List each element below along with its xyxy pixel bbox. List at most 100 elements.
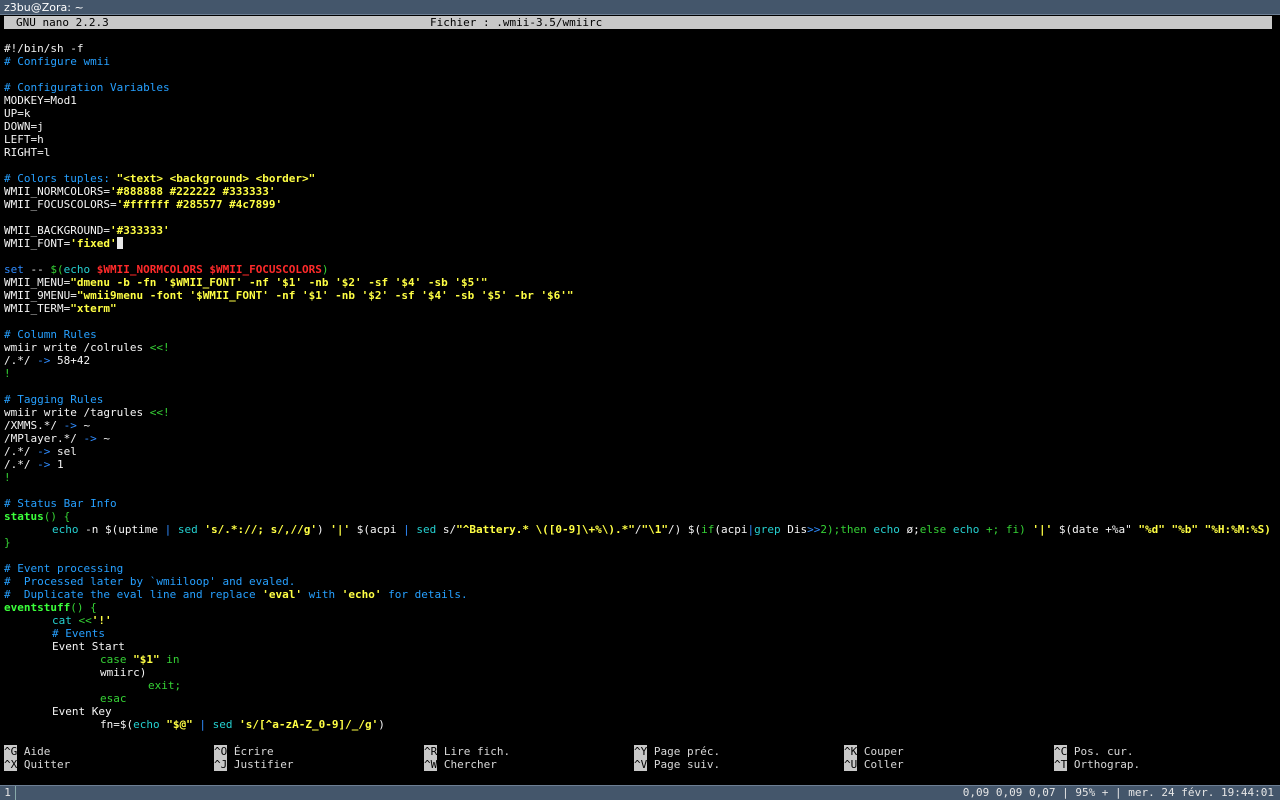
- code-line: WMII_NORMCOLORS='#888888 #222222 #333333…: [4, 185, 276, 198]
- code-token: 2);: [820, 523, 841, 536]
- code-line: /XMMS.*/ -> ~: [4, 419, 91, 432]
- code-line: set -- $(echo $WMII_NORMCOLORS $WMII_FOC…: [4, 263, 329, 276]
- code-line: eventstuff() {: [4, 601, 97, 614]
- code-token: else: [919, 523, 953, 536]
- wm-status-bar: 1 0,09 0,09 0,07 | 95% + | mer. 24 févr.…: [0, 785, 1280, 800]
- code-token: acpi: [369, 523, 397, 536]
- text-cursor: [116, 237, 123, 249]
- code-token: -n: [78, 523, 105, 536]
- code-line: WMII_9MENU="wmii9menu -font '$WMII_FONT'…: [4, 289, 574, 302]
- system-status: 0,09 0,09 0,07 | 95% + | mer. 24 févr. 1…: [962, 786, 1274, 799]
- code-token: if: [701, 523, 715, 536]
- shortcut-write[interactable]: ^O Écrire: [214, 745, 274, 758]
- shortcut-read-file[interactable]: ^R Lire fich.: [424, 745, 510, 758]
- code-token: grep: [754, 523, 781, 536]
- code-line: # Status Bar Info: [4, 497, 117, 510]
- code-line: # Duplicate the eval line and replace 'e…: [4, 588, 468, 601]
- code-line: wmiir write /colrules <<!: [4, 341, 170, 354]
- code-token: $(date +%a": [1052, 523, 1139, 536]
- code-token: >>: [807, 523, 821, 536]
- code-token: $(: [350, 523, 370, 536]
- code-token: $(: [105, 523, 119, 536]
- nano-shortcut-bar: ^G Aide ^X Quitter ^O Écrire ^J Justifie…: [4, 745, 1272, 771]
- code-token: '|': [330, 523, 351, 536]
- code-token: sed: [177, 523, 198, 536]
- tag-button[interactable]: 1: [0, 786, 16, 800]
- shortcut-next-page[interactable]: ^V Page suiv.: [634, 758, 720, 771]
- code-line: esac: [100, 692, 127, 705]
- code-line: # Column Rules: [4, 328, 97, 341]
- shortcut-spell[interactable]: ^T Orthograp.: [1054, 758, 1140, 771]
- code-line: #!/bin/sh -f: [4, 42, 84, 55]
- code-token: "%b": [1171, 523, 1198, 536]
- code-token: '|': [1032, 523, 1053, 536]
- code-token: then: [840, 523, 874, 536]
- code-token: |: [158, 523, 178, 536]
- code-line: echo -n $(uptime | sed 's/.*://; s/,//g'…: [4, 523, 1272, 536]
- code-token: 's/.*://; s/,//g': [204, 523, 317, 536]
- code-line: /.*/ -> 1: [4, 458, 64, 471]
- code-line: Event Start: [52, 640, 125, 653]
- code-line: /.*/ -> 58+42: [4, 354, 91, 367]
- code-line: # Colors tuples: "<text> <background> <b…: [4, 172, 316, 185]
- code-line: WMII_FONT='fixed': [4, 237, 1272, 250]
- shortcut-search[interactable]: ^W Chercher: [424, 758, 497, 771]
- code-token: $(: [687, 523, 702, 536]
- code-line: # Events: [52, 627, 105, 640]
- code-line: fn=$(echo "$@" | sed 's/[^a-zA-Z_0-9]/_/…: [100, 718, 385, 731]
- editor-text-area[interactable]: #!/bin/sh -f # Configure wmii # Configur…: [4, 42, 1272, 744]
- code-token: /: [634, 523, 642, 536]
- code-token: "\1": [641, 523, 669, 536]
- code-token: (acpi: [714, 523, 748, 536]
- code-line: /.*/ -> sel: [4, 445, 77, 458]
- code-line: Event Key: [52, 705, 112, 718]
- code-token: "%d": [1138, 523, 1165, 536]
- shortcut-help[interactable]: ^G Aide: [4, 745, 50, 758]
- code-token: /): [668, 523, 688, 536]
- code-line: !: [4, 471, 11, 484]
- shortcut-paste[interactable]: ^U Coller: [844, 758, 904, 771]
- code-line: UP=k: [4, 107, 31, 120]
- code-line: # Processed later by `wmiiloop' and eval…: [4, 575, 296, 588]
- code-line: # Configure wmii: [4, 55, 110, 68]
- shortcut-prev-page[interactable]: ^Y Page préc.: [634, 745, 720, 758]
- code-token: echo: [873, 523, 900, 536]
- code-line: /MPlayer.*/ -> ~: [4, 432, 110, 445]
- window-title-bar[interactable]: z3bu@Zora: ~: [0, 0, 1280, 15]
- code-token: Dis: [780, 523, 808, 536]
- nano-version: GNU nano 2.2.3: [16, 16, 109, 29]
- code-line: WMII_FOCUSCOLORS='#ffffff #285577 #4c789…: [4, 198, 283, 211]
- code-token: ø;: [899, 523, 920, 536]
- window-title: z3bu@Zora: ~: [4, 1, 84, 14]
- code-token: sed: [416, 523, 437, 536]
- code-token: uptime: [118, 523, 158, 536]
- code-line: # Tagging Rules: [4, 393, 104, 406]
- shortcut-cut[interactable]: ^K Couper: [844, 745, 904, 758]
- code-line: exit;: [148, 679, 182, 692]
- code-line: case "$1" in: [100, 653, 180, 666]
- shortcut-cursor-pos[interactable]: ^C Pos. cur.: [1054, 745, 1133, 758]
- shortcut-justify[interactable]: ^J Justifier: [214, 758, 293, 771]
- code-line: RIGHT=l: [4, 146, 51, 159]
- nano-filename: Fichier : .wmii-3.5/wmiirc: [430, 16, 603, 29]
- code-line: MODKEY=Mod1: [4, 94, 77, 107]
- code-line: cat <<'!': [52, 614, 112, 627]
- nano-header-bar: GNU nano 2.2.3 Fichier : .wmii-3.5/wmiir…: [4, 16, 1272, 29]
- code-line: }: [4, 536, 11, 549]
- code-line: !: [4, 367, 11, 380]
- shortcut-quit[interactable]: ^X Quitter: [4, 758, 70, 771]
- code-line: DOWN=j: [4, 120, 44, 133]
- code-line: # Event processing: [4, 562, 124, 575]
- code-token: echo: [52, 523, 79, 536]
- code-line: WMII_MENU="dmenu -b -fn '$WMII_FONT' -nf…: [4, 276, 488, 289]
- code-token: +; fi): [979, 523, 1033, 536]
